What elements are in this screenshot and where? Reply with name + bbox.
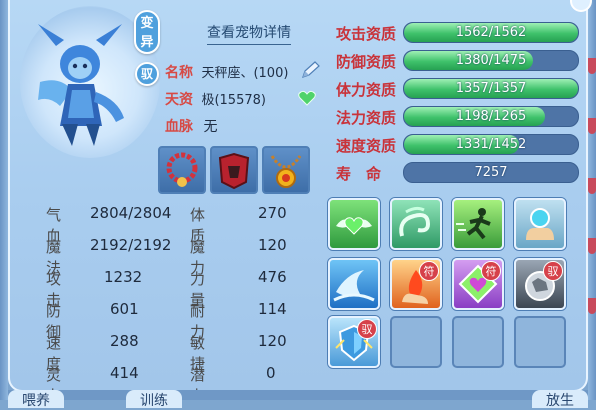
bloodline-value: 无 xyxy=(203,119,218,135)
name-value: 天秤座、(100) xyxy=(201,66,289,81)
strength-value: 476 xyxy=(258,268,287,286)
skill-swift-runner[interactable] xyxy=(452,198,504,250)
bloodline-row: 血脉 无 xyxy=(165,116,217,136)
edge-marker xyxy=(588,298,596,314)
aptitude-bar-text: 1562/1562 xyxy=(455,25,527,40)
aptitude-bar-text: 1380/1475 xyxy=(455,53,527,68)
potential-label: 潜力 xyxy=(190,366,206,390)
fu-badge: 符 xyxy=(481,261,501,281)
aptitude-bar-text: 1198/1265 xyxy=(455,109,527,124)
left-window-edge xyxy=(0,0,8,400)
pet-info-panel: 变异 驭 查看宠物详情 名称 天秤座、(100) 天资 极(15578) 血脉 … xyxy=(8,0,588,392)
golden-sun-necklace-icon xyxy=(270,155,302,188)
feed-tab[interactable]: 喂养 xyxy=(8,390,64,409)
aptitude-bar: 1562/1562 xyxy=(403,22,579,43)
aptitude-label: 天资 xyxy=(165,92,193,108)
aptitude-label: 防御资质 xyxy=(336,53,397,71)
yu-badge: 驭 xyxy=(543,261,563,281)
water-wave-icon xyxy=(333,270,375,302)
magic-value: 120 xyxy=(258,236,287,254)
release-tab[interactable]: 放生 xyxy=(532,390,588,409)
fu-badge: 符 xyxy=(419,261,439,281)
aptitude-bar-text: 7257 xyxy=(474,165,508,180)
skill-heart-talisman[interactable]: 符 xyxy=(452,258,504,310)
green-heart-wings-icon xyxy=(336,217,372,235)
empty-skill-slot[interactable] xyxy=(390,316,442,368)
aptitude-label: 法力资质 xyxy=(336,109,397,127)
right-window-edge xyxy=(588,0,596,400)
constitution-value: 270 xyxy=(258,204,287,222)
aptitude-bar-text: 1331/1452 xyxy=(455,137,527,152)
aptitude-label: 寿 命 xyxy=(336,165,382,183)
equip-slot-necklace[interactable] xyxy=(158,146,206,194)
aptitude-label: 攻击资质 xyxy=(336,25,397,43)
skill-hand-orb[interactable] xyxy=(514,198,566,250)
aptitude-row: 天资 极(15578) xyxy=(165,89,266,109)
train-tab[interactable]: 训练 xyxy=(126,390,182,409)
skill-shield[interactable]: 驭 xyxy=(328,316,380,368)
aptitude-bar: 7257 xyxy=(403,162,579,183)
green-heart-icon[interactable] xyxy=(298,90,316,106)
bloodline-label: 血脉 xyxy=(165,119,193,135)
bottom-tab-bar: 喂养 训练 放生 xyxy=(8,390,588,409)
skill-heal-wings[interactable] xyxy=(328,198,380,250)
aptitude-label: 速度资质 xyxy=(336,137,397,155)
mp-value: 2192/2192 xyxy=(90,236,172,254)
aptitude-bar: 1380/1475 xyxy=(403,50,579,71)
aptitude-value: 极(15578) xyxy=(201,93,266,108)
aptitude-label: 体力资质 xyxy=(336,81,397,99)
equip-slot-armor[interactable] xyxy=(210,146,258,194)
aptitude-bar-text: 1357/1357 xyxy=(455,81,527,96)
aptitude-bar: 1331/1452 xyxy=(403,134,579,155)
hand-orb-icon xyxy=(526,208,554,240)
aptitude-bar: 1198/1265 xyxy=(403,106,579,127)
edge-marker xyxy=(588,118,596,134)
empty-skill-slot[interactable] xyxy=(514,316,566,368)
spirit-value: 414 xyxy=(110,364,139,382)
view-pet-details-link[interactable]: 查看宠物详情 xyxy=(207,22,291,45)
skill-water-wave[interactable] xyxy=(328,258,380,310)
name-label: 名称 xyxy=(165,65,193,81)
speed-value: 288 xyxy=(110,332,139,350)
edge-marker xyxy=(588,58,596,74)
red-bead-necklace-icon xyxy=(166,152,198,187)
skill-stone-beast[interactable]: 驭 xyxy=(514,258,566,310)
equip-slot-accessory[interactable] xyxy=(262,146,310,194)
name-row: 名称 天秤座、(100) xyxy=(165,62,288,82)
potential-value: 0 xyxy=(266,364,276,382)
edge-marker xyxy=(588,238,596,254)
rename-pencil-icon[interactable] xyxy=(300,60,322,80)
ride-tag: 驭 xyxy=(135,62,159,86)
empty-skill-slot[interactable] xyxy=(452,316,504,368)
yu-badge: 驭 xyxy=(357,319,377,339)
aptitude-bar: 1357/1357 xyxy=(403,78,579,99)
endurance-value: 114 xyxy=(258,300,287,318)
agility-value: 120 xyxy=(258,332,287,350)
skill-fire-talisman[interactable]: 符 xyxy=(390,258,442,310)
defense-value: 601 xyxy=(110,300,139,318)
attack-value: 1232 xyxy=(104,268,143,286)
edge-marker xyxy=(588,178,596,194)
wind-swirl-icon xyxy=(399,206,431,237)
running-figure-icon xyxy=(456,208,491,240)
spirit-label: 灵力 xyxy=(46,366,62,390)
skill-wind-swirl[interactable] xyxy=(390,198,442,250)
red-dragon-armor-icon xyxy=(218,152,250,190)
hp-value: 2804/2804 xyxy=(90,204,172,222)
mutant-tag: 变异 xyxy=(134,10,160,54)
